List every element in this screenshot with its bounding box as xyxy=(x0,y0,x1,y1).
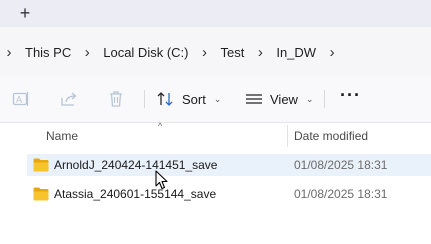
breadcrumb-separator-icon[interactable]: › xyxy=(254,44,266,61)
sort-icon xyxy=(157,92,173,106)
chevron-down-icon: ⌄ xyxy=(213,93,222,104)
mouse-cursor-icon xyxy=(155,170,168,190)
breadcrumb: › This PC › Local Disk (C:) › Test › In_… xyxy=(0,41,348,63)
breadcrumb-separator-icon[interactable]: › xyxy=(81,44,93,61)
share-icon[interactable] xyxy=(60,90,78,108)
more-options-button[interactable]: ··· xyxy=(340,86,362,108)
file-date-modified: 01/08/2025 18:31 xyxy=(294,187,388,201)
breadcrumb-item-this-pc[interactable]: This PC xyxy=(25,45,71,60)
sort-indicator-icon: ^ xyxy=(158,121,163,131)
address-bar[interactable]: › This PC › Local Disk (C:) › Test › In_… xyxy=(0,27,431,76)
folder-icon xyxy=(33,187,49,201)
breadcrumb-item-test[interactable]: Test xyxy=(220,45,244,60)
view-icon xyxy=(246,94,262,104)
file-date-modified: 01/08/2025 18:31 xyxy=(294,158,388,172)
toolbar-divider xyxy=(144,90,145,108)
breadcrumb-item-in-dw[interactable]: In_DW xyxy=(276,45,316,60)
column-name-header[interactable]: Name xyxy=(46,129,78,143)
toolbar-divider xyxy=(324,90,325,108)
sort-label: Sort xyxy=(182,91,206,107)
column-header: ^ Name Date modified xyxy=(0,121,431,149)
new-tab-button[interactable]: + xyxy=(14,3,36,23)
file-name: ArnoldJ_240424-141451_save xyxy=(54,158,218,172)
file-row[interactable]: ArnoldJ_240424-141451_save 01/08/2025 18… xyxy=(27,154,431,176)
command-bar: A Sort ⌄ View ⌄ ··· xyxy=(0,76,431,123)
breadcrumb-item-local-disk[interactable]: Local Disk (C:) xyxy=(103,45,188,60)
column-resize-handle[interactable] xyxy=(287,125,288,147)
view-button[interactable]: View ⌄ xyxy=(245,85,314,113)
tab-strip: + xyxy=(0,0,431,27)
svg-text:A: A xyxy=(16,95,22,105)
rename-icon[interactable]: A xyxy=(12,90,30,108)
chevron-down-icon: ⌄ xyxy=(305,93,314,104)
file-name: Atassia_240601-155144_save xyxy=(54,187,217,201)
breadcrumb-separator-icon[interactable]: › xyxy=(3,44,15,61)
breadcrumb-separator-icon[interactable]: › xyxy=(326,44,338,61)
column-date-modified-header[interactable]: Date modified xyxy=(294,129,368,143)
sort-button[interactable]: Sort ⌄ xyxy=(156,85,221,113)
file-row[interactable]: Atassia_240601-155144_save 01/08/2025 18… xyxy=(27,183,431,205)
view-label: View xyxy=(270,91,298,107)
breadcrumb-separator-icon[interactable]: › xyxy=(198,44,210,61)
delete-icon[interactable] xyxy=(107,90,125,108)
folder-icon xyxy=(33,158,49,172)
